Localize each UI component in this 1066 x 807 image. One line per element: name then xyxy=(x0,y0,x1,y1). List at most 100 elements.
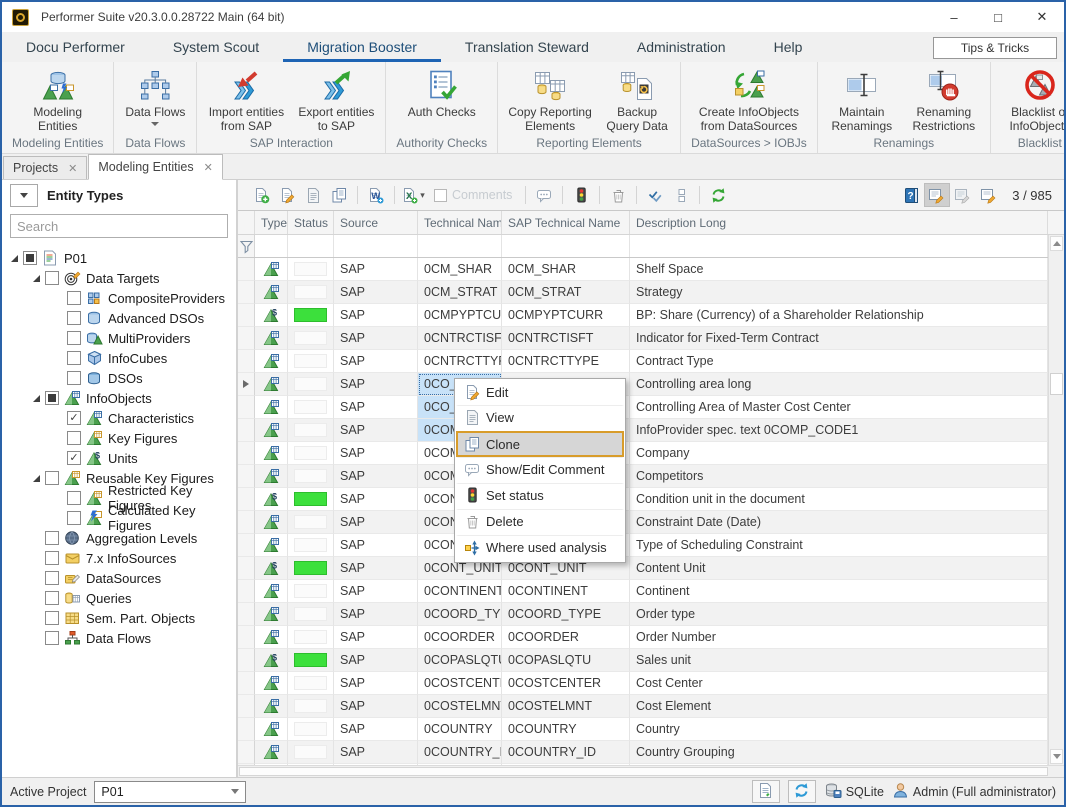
set-status-icon[interactable] xyxy=(568,183,594,207)
export-excel-icon[interactable]: X▾ xyxy=(400,183,426,207)
technical-name-cell[interactable]: 0CM_STRAT xyxy=(418,281,502,304)
tree-item-units[interactable]: $ Units xyxy=(2,448,236,468)
add-entity-icon[interactable] xyxy=(248,183,274,207)
expand-icon[interactable] xyxy=(33,475,40,482)
tree-checkbox[interactable] xyxy=(67,451,81,465)
table-row[interactable]: SAP 0CNTRCTTYPE 0CNTRCTTYPE Contract Typ… xyxy=(238,350,1048,373)
tree-item-data-targets[interactable]: Data Targets xyxy=(2,268,236,288)
tree-checkbox[interactable] xyxy=(67,411,81,425)
tree-item-queries[interactable]: Queries xyxy=(2,588,236,608)
scroll-thumb[interactable] xyxy=(1050,373,1063,395)
active-project-select[interactable]: P01 xyxy=(94,781,246,803)
table-row[interactable]: $ SAP 0COND_UNIT 0COND_UNIT Condition un… xyxy=(238,488,1048,511)
tab-modeling-entities[interactable]: Modeling Entities✕ xyxy=(88,154,222,180)
maintain-renamings-button[interactable]: Maintain Renamings xyxy=(822,67,902,133)
table-row[interactable]: SAP 0CM_SHAR 0CM_SHAR Shelf Space xyxy=(238,258,1048,281)
context-menu-show-edit-comment[interactable]: Show/Edit Comment xyxy=(456,457,624,483)
tree-checkbox[interactable] xyxy=(67,351,81,365)
table-row[interactable]: SAP 0COORD_TYPE 0COORD_TYPE Order type xyxy=(238,603,1048,626)
tree-checkbox[interactable] xyxy=(67,431,81,445)
tree-checkbox[interactable] xyxy=(45,611,59,625)
clone-entity-icon[interactable] xyxy=(326,183,352,207)
technical-name-cell[interactable]: 0COORD_TYPE xyxy=(418,603,502,626)
technical-name-cell[interactable]: 0COSTELMNT xyxy=(418,695,502,718)
context-menu-set-status[interactable]: Set status xyxy=(456,483,624,509)
search-input[interactable] xyxy=(10,214,228,238)
column-header-sap-technical-name[interactable]: SAP Technical Name xyxy=(502,211,630,234)
tree-item-p01[interactable]: P01 xyxy=(2,248,236,268)
table-row[interactable]: $ SAP 0COPASLQTU 0COPASLQTU Sales unit xyxy=(238,649,1048,672)
tree-item-key-figures[interactable]: Key Figures xyxy=(2,428,236,448)
tree-item-data-flows[interactable]: Data Flows xyxy=(2,628,236,648)
edit-entity-icon[interactable] xyxy=(274,183,300,207)
tree-item-sem-part-objects[interactable]: Sem. Part. Objects xyxy=(2,608,236,628)
column-header-type[interactable]: Type xyxy=(255,211,288,234)
tree-checkbox[interactable] xyxy=(67,371,81,385)
scroll-up-arrow[interactable] xyxy=(1050,236,1063,251)
vertical-scrollbar[interactable] xyxy=(1048,235,1064,765)
context-menu-delete[interactable]: Delete xyxy=(456,509,624,535)
tree-checkbox[interactable] xyxy=(67,311,81,325)
horizontal-scrollbar[interactable] xyxy=(238,765,1064,777)
tree-item-dsos[interactable]: DSOs xyxy=(2,368,236,388)
tree-checkbox[interactable] xyxy=(67,291,81,305)
tree-checkbox[interactable] xyxy=(45,571,59,585)
tree-item-compositeproviders[interactable]: CompositeProviders xyxy=(2,288,236,308)
expand-icon[interactable] xyxy=(33,275,40,282)
table-row[interactable]: SAP 0COSTELMNT 0COSTELMNT Cost Element xyxy=(238,695,1048,718)
close-tab-icon[interactable]: ✕ xyxy=(204,161,213,174)
help-icon[interactable]: ? xyxy=(898,183,924,207)
tree-item-advanced-dsos[interactable]: Advanced DSOs xyxy=(2,308,236,328)
menu-administration[interactable]: Administration xyxy=(613,32,750,62)
tree-checkbox[interactable] xyxy=(45,551,59,565)
view-entity-icon[interactable] xyxy=(300,183,326,207)
tree-checkbox[interactable] xyxy=(45,271,59,285)
multi-select-icon[interactable] xyxy=(642,183,668,207)
technical-name-cell[interactable]: 0CNTRCTTYPE xyxy=(418,350,502,373)
technical-name-cell[interactable]: 0COPASLQTU xyxy=(418,649,502,672)
technical-name-cell[interactable]: 0COUNTRY xyxy=(418,718,502,741)
expand-icon[interactable] xyxy=(33,395,40,402)
scroll-down-arrow[interactable] xyxy=(1050,749,1063,764)
table-row[interactable]: SAP 0CONTINENT 0CONTINENT Continent xyxy=(238,580,1048,603)
filter-row[interactable] xyxy=(238,235,1048,258)
tree-item-datasources[interactable]: DataSources xyxy=(2,568,236,588)
renaming-restrictions-button[interactable]: Renaming Restrictions xyxy=(902,67,986,133)
table-row[interactable]: SAP 0COMPANY 0COMPANY Company xyxy=(238,442,1048,465)
refresh-icon[interactable] xyxy=(705,183,731,207)
tree-checkbox[interactable] xyxy=(67,331,81,345)
technical-name-cell[interactable]: 0CNTRCTISFT xyxy=(418,327,502,350)
panel-comment-icon[interactable] xyxy=(950,183,976,207)
backup-query-data-button[interactable]: Backup Query Data xyxy=(598,67,676,133)
filter-icon[interactable] xyxy=(238,235,255,257)
table-row[interactable]: SAP 0CONS_DATE 0CONS_DATE Constraint Dat… xyxy=(238,511,1048,534)
technical-name-cell[interactable]: 0COORDER xyxy=(418,626,502,649)
table-row[interactable]: $ SAP 0CONT_UNIT 0CONT_UNIT Content Unit xyxy=(238,557,1048,580)
create-infoobjects-from-datasources-button[interactable]: Create InfoObjects from DataSources xyxy=(691,67,807,133)
table-row[interactable]: SAP 0CONS_TYPE 0CONS_TYPE Type of Schedu… xyxy=(238,534,1048,557)
tree-checkbox[interactable] xyxy=(45,471,59,485)
tree-checkbox[interactable] xyxy=(67,491,81,505)
table-row[interactable]: SAP 0COORDER 0COORDER Order Number xyxy=(238,626,1048,649)
tree-checkbox[interactable] xyxy=(45,631,59,645)
auth-checks-button[interactable]: Auth Checks xyxy=(399,67,485,119)
tree-item-infocubes[interactable]: InfoCubes xyxy=(2,348,236,368)
tree-checkbox[interactable] xyxy=(23,251,37,265)
table-row[interactable]: SAP 0COMP_CODE 0COMP_CODE InfoProvider s… xyxy=(238,419,1048,442)
show-comment-icon[interactable] xyxy=(531,183,557,207)
context-menu-clone[interactable]: Clone xyxy=(456,431,624,457)
table-row[interactable]: SAP 0COSTCENTER 0COSTCENTER Cost Center xyxy=(238,672,1048,695)
tree-item-multiproviders[interactable]: MultiProviders xyxy=(2,328,236,348)
tree-item-7-x-infosources[interactable]: 7.x InfoSources xyxy=(2,548,236,568)
tree-checkbox[interactable] xyxy=(45,531,59,545)
table-row[interactable]: SAP 0CM_STRAT 0CM_STRAT Strategy xyxy=(238,281,1048,304)
data-flows-button[interactable]: Data Flows xyxy=(118,67,192,126)
column-header-source[interactable]: Source xyxy=(334,211,418,234)
technical-name-cell[interactable]: 0CMPYPTCURR xyxy=(418,304,502,327)
expand-icon[interactable] xyxy=(11,255,18,262)
maximize-button[interactable]: □ xyxy=(976,2,1020,32)
technical-name-cell[interactable]: 0CM_SHAR xyxy=(418,258,502,281)
technical-name-cell[interactable]: 0COSTCENTER xyxy=(418,672,502,695)
column-header-description-long[interactable]: Description Long xyxy=(630,211,1048,234)
minimize-button[interactable]: – xyxy=(932,2,976,32)
